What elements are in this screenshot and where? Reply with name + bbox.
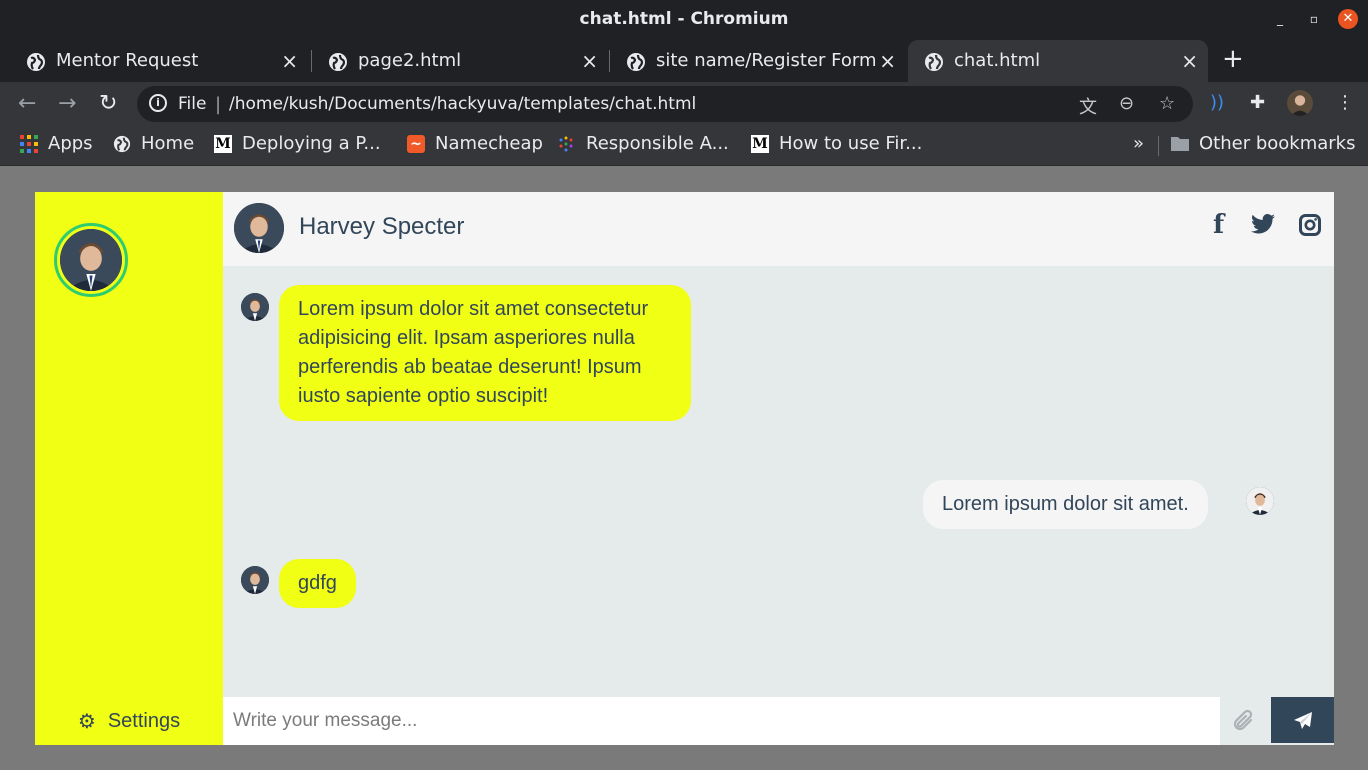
- message-avatar: [241, 293, 269, 321]
- dots-icon: [558, 135, 576, 153]
- cast-icon[interactable]: )): [1210, 92, 1224, 113]
- message-input[interactable]: [233, 697, 1213, 745]
- message-avatar: [1246, 487, 1274, 515]
- bookmarks-overflow-button[interactable]: »: [1133, 133, 1144, 154]
- other-bookmarks[interactable]: Other bookmarks: [1171, 133, 1355, 154]
- bookmark-star-icon[interactable]: ☆: [1159, 93, 1175, 114]
- tab-page2[interactable]: page2.html ×: [312, 40, 608, 82]
- bookmark-label: Home: [141, 133, 195, 154]
- bookmarks-bar: Apps Home M Deploying a P... ~ Namecheap…: [0, 126, 1368, 166]
- gear-icon: ⚙: [77, 710, 96, 733]
- translate-icon[interactable]: 文: [1079, 93, 1097, 119]
- reload-icon[interactable]: ↻: [99, 91, 117, 116]
- extensions-icon[interactable]: ✚: [1250, 92, 1265, 113]
- paperclip-icon[interactable]: [1233, 709, 1255, 739]
- bookmark-label: Apps: [48, 133, 93, 154]
- settings-label: Settings: [107, 709, 181, 732]
- bookmark-label: Deploying a P...: [242, 133, 381, 154]
- namecheap-icon: ~: [407, 134, 425, 153]
- bookmark-deploying[interactable]: M Deploying a P...: [214, 133, 381, 154]
- other-bookmarks-label: Other bookmarks: [1199, 133, 1356, 154]
- bookmark-label: How to use Fir...: [779, 133, 923, 154]
- globe-icon: [925, 53, 943, 71]
- medium-icon: M: [214, 134, 232, 153]
- message-bubble-sent: gdfg: [279, 559, 356, 608]
- globe-icon: [27, 53, 45, 71]
- facebook-icon[interactable]: f: [1213, 210, 1224, 240]
- forward-icon[interactable]: →: [58, 91, 76, 116]
- bookmarks-divider: [1158, 136, 1159, 156]
- message-bubble-sent: Lorem ipsum dolor sit amet consectetur a…: [279, 285, 691, 421]
- globe-icon: [329, 53, 347, 71]
- contact-header: Harvey Specter f: [223, 192, 1334, 266]
- omnibox-divider: |: [215, 94, 222, 115]
- settings-button[interactable]: ⚙ Settings: [35, 697, 223, 745]
- profile-ring: [54, 223, 128, 297]
- contact-avatar[interactable]: [234, 203, 284, 253]
- message-avatar: [241, 566, 269, 594]
- zoom-icon[interactable]: ⊖: [1119, 93, 1134, 114]
- page-viewport: ⚙ Settings Harvey Specter f Lorem ipsum …: [0, 167, 1368, 770]
- paper-plane-icon: [1293, 711, 1312, 729]
- tab-label: site name/Register Form: [656, 50, 877, 71]
- close-tab-icon[interactable]: ×: [281, 49, 298, 73]
- close-window-button[interactable]: ✕: [1338, 9, 1358, 29]
- send-button[interactable]: [1271, 697, 1334, 743]
- bookmark-apps[interactable]: Apps: [20, 133, 93, 154]
- minimize-button[interactable]: _: [1270, 9, 1290, 29]
- twitter-icon[interactable]: [1251, 213, 1275, 239]
- contact-name: Harvey Specter: [299, 213, 465, 240]
- menu-kebab-icon[interactable]: ⋮: [1336, 92, 1354, 113]
- message-input-bar: [223, 697, 1334, 745]
- tab-chat[interactable]: chat.html ×: [908, 40, 1208, 82]
- tab-label: Mentor Request: [56, 50, 199, 71]
- bookmark-label: Responsible A...: [586, 133, 729, 154]
- globe-icon: [627, 53, 645, 71]
- tab-label: page2.html: [358, 50, 462, 71]
- window-title: chat.html - Chromium: [579, 9, 789, 29]
- bookmark-namecheap[interactable]: ~ Namecheap: [407, 133, 543, 154]
- message-input-wrap: [223, 697, 1220, 745]
- bookmark-how-to-use[interactable]: M How to use Fir...: [751, 133, 922, 154]
- globe-icon: [113, 135, 131, 153]
- close-tab-icon[interactable]: ×: [879, 49, 896, 73]
- chat-content: Harvey Specter f Lorem ipsum dolor sit a…: [223, 192, 1334, 745]
- tab-strip: Mentor Request × page2.html × site name/…: [0, 38, 1368, 82]
- bookmark-responsible[interactable]: Responsible A...: [558, 133, 729, 154]
- address-bar[interactable]: i File | /home/kush/Documents/hackyuva/t…: [137, 86, 1193, 122]
- bookmark-home[interactable]: Home: [113, 133, 194, 154]
- back-icon[interactable]: ←: [18, 91, 36, 116]
- medium-icon: M: [751, 134, 769, 153]
- messages-list: Lorem ipsum dolor sit amet consectetur a…: [223, 266, 1334, 696]
- apps-grid-icon: [20, 134, 38, 153]
- close-tab-icon[interactable]: ×: [1181, 49, 1198, 73]
- close-tab-icon[interactable]: ×: [581, 49, 598, 73]
- browser-toolbar: ← → ↻ i File | /home/kush/Documents/hack…: [0, 82, 1368, 126]
- user-avatar[interactable]: [60, 229, 122, 291]
- instagram-icon[interactable]: [1299, 214, 1321, 241]
- sidebar: ⚙ Settings: [35, 192, 223, 745]
- url-text[interactable]: /home/kush/Documents/hackyuva/templates/…: [229, 94, 696, 114]
- site-info-icon[interactable]: i: [149, 94, 167, 112]
- bookmark-label: Namecheap: [435, 133, 543, 154]
- tab-label: chat.html: [954, 50, 1041, 71]
- new-tab-button[interactable]: +: [1222, 44, 1244, 74]
- tab-register-form[interactable]: site name/Register Form ×: [610, 40, 906, 82]
- maximize-button[interactable]: ▫: [1304, 9, 1324, 29]
- tab-mentor-request[interactable]: Mentor Request ×: [10, 40, 308, 82]
- scheme-label: File: [178, 94, 207, 114]
- profile-avatar[interactable]: [1287, 90, 1313, 116]
- message-bubble-replied: Lorem ipsum dolor sit amet.: [923, 480, 1208, 529]
- chat-app: ⚙ Settings Harvey Specter f Lorem ipsum …: [35, 192, 1334, 745]
- window-titlebar: chat.html - Chromium _ ▫ ✕: [0, 0, 1368, 38]
- folder-icon: [1171, 135, 1189, 153]
